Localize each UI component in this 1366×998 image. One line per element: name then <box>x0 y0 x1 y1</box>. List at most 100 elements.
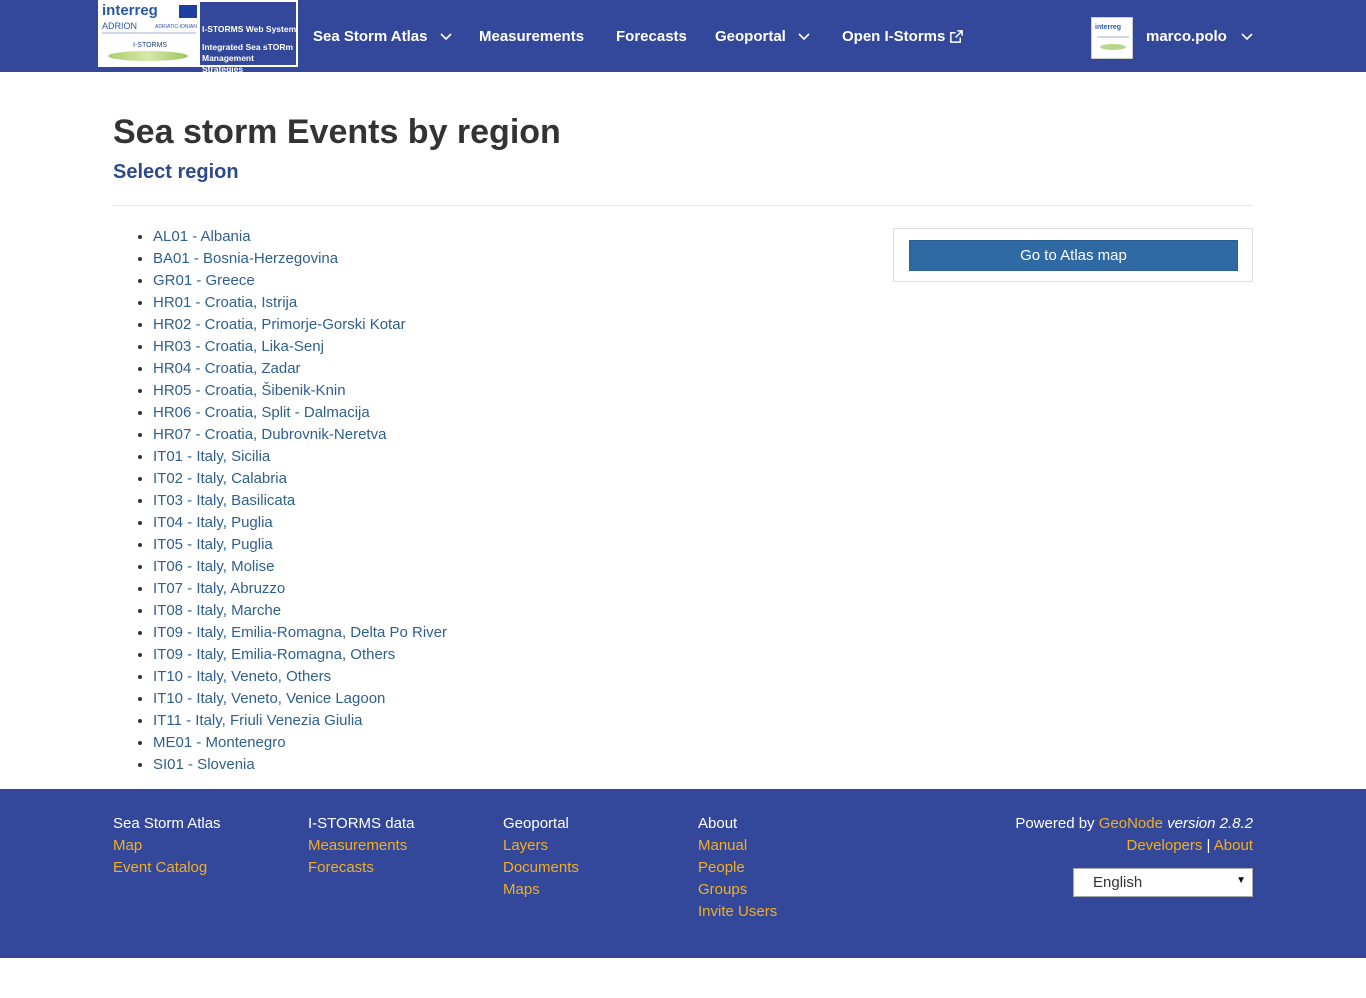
region-link[interactable]: SI01 - Slovenia <box>153 756 255 773</box>
region-link[interactable]: IT08 - Italy, Marche <box>153 602 281 619</box>
footer-heading: Geoportal <box>503 815 569 832</box>
footer-column-about: About Manual People Groups Invite Users <box>698 813 777 923</box>
nav-measurements-label: Measurements <box>479 27 585 45</box>
geonode-link[interactable]: GeoNode <box>1099 815 1163 832</box>
footer-link-layers[interactable]: Layers <box>503 835 579 857</box>
nav-geoportal-label: Geoportal <box>715 27 786 45</box>
user-name: marco.polo <box>1146 27 1227 45</box>
logo-interreg-text: interreg <box>102 2 158 19</box>
avatar[interactable]: interreg <box>1091 17 1133 59</box>
footer: Sea Storm Atlas Map Event Catalog I-STOR… <box>0 789 1366 958</box>
region-link[interactable]: IT05 - Italy, Puglia <box>153 536 273 553</box>
region-link[interactable]: HR06 - Croatia, Split - Dalmacija <box>153 404 370 421</box>
footer-link-documents[interactable]: Documents <box>503 857 579 879</box>
footer-link-measurements[interactable]: Measurements <box>308 835 414 857</box>
region-link[interactable]: IT06 - Italy, Molise <box>153 558 274 575</box>
list-item: IT10 - Italy, Veneto, Others <box>153 668 447 690</box>
footer-link-maps[interactable]: Maps <box>503 879 579 901</box>
language-select[interactable]: English ▼ <box>1073 868 1253 897</box>
region-link[interactable]: HR04 - Croatia, Zadar <box>153 360 301 377</box>
footer-heading: About <box>698 815 738 832</box>
list-item: IT10 - Italy, Veneto, Venice Lagoon <box>153 690 447 712</box>
region-link[interactable]: IT02 - Italy, Calabria <box>153 470 287 487</box>
page-subtitle: Select region <box>113 161 239 183</box>
developer-links: Developers | About <box>1127 835 1254 857</box>
developers-link[interactable]: Developers <box>1127 837 1203 854</box>
nav-sea-storm-atlas[interactable]: Sea Storm Atlas <box>313 26 452 46</box>
region-link[interactable]: IT09 - Italy, Emilia-Romagna, Others <box>153 646 395 663</box>
region-link[interactable]: HR05 - Croatia, Šibenik-Knin <box>153 382 346 399</box>
list-item: IT04 - Italy, Puglia <box>153 514 447 536</box>
list-item: IT01 - Italy, Sicilia <box>153 448 447 470</box>
nav-sea-storm-atlas-label: Sea Storm Atlas <box>313 27 428 45</box>
nav-open-istorms-label: Open I-Storms <box>842 27 946 45</box>
footer-link-manual[interactable]: Manual <box>698 835 777 857</box>
region-link[interactable]: BA01 - Bosnia-Herzegovina <box>153 250 338 267</box>
region-link[interactable]: IT01 - Italy, Sicilia <box>153 448 270 465</box>
list-item: IT09 - Italy, Emilia-Romagna, Others <box>153 646 447 668</box>
list-item: HR04 - Croatia, Zadar <box>153 360 447 382</box>
about-link[interactable]: About <box>1214 837 1253 854</box>
region-link[interactable]: IT03 - Italy, Basilicata <box>153 492 295 509</box>
footer-column-atlas: Sea Storm Atlas Map Event Catalog <box>113 813 221 879</box>
region-link[interactable]: GR01 - Greece <box>153 272 255 289</box>
footer-heading: I-STORMS data <box>308 815 415 832</box>
footer-link-invite-users[interactable]: Invite Users <box>698 901 777 923</box>
atlas-panel: Go to Atlas map <box>893 228 1253 282</box>
region-link[interactable]: AL01 - Albania <box>153 228 251 245</box>
region-link[interactable]: HR02 - Croatia, Primorje-Gorski Kotar <box>153 316 406 333</box>
region-list: AL01 - Albania BA01 - Bosnia-Herzegovina… <box>153 228 447 778</box>
go-to-atlas-map-button[interactable]: Go to Atlas map <box>909 240 1238 271</box>
powered-by: Powered by GeoNode version 2.8.2 <box>1015 813 1253 835</box>
user-menu[interactable]: marco.polo <box>1146 26 1253 46</box>
list-item: HR05 - Croatia, Šibenik-Knin <box>153 382 447 404</box>
wave-icon <box>108 51 188 61</box>
region-link[interactable]: HR03 - Croatia, Lika-Senj <box>153 338 324 355</box>
chevron-down-icon <box>439 33 452 41</box>
eu-flag-icon <box>179 5 197 18</box>
version-text: version 2.8.2 <box>1167 815 1253 832</box>
region-link[interactable]: IT10 - Italy, Veneto, Venice Lagoon <box>153 690 385 707</box>
list-item: IT05 - Italy, Puglia <box>153 536 447 558</box>
footer-heading: Sea Storm Atlas <box>113 815 221 832</box>
region-link[interactable]: HR07 - Croatia, Dubrovnik-Neretva <box>153 426 386 443</box>
region-link[interactable]: IT10 - Italy, Veneto, Others <box>153 668 331 685</box>
chevron-down-icon <box>1241 33 1253 41</box>
nav-open-istorms[interactable]: Open I-Storms <box>842 26 964 46</box>
istorms-logo-panel: I-STORMS Web System Integrated Sea sTORm… <box>200 2 296 74</box>
footer-link-forecasts[interactable]: Forecasts <box>308 857 414 879</box>
footer-link-event-catalog[interactable]: Event Catalog <box>113 857 221 879</box>
logo-adrion-sub-text: ADRIATIC-IONIAN <box>155 24 197 30</box>
list-item: HR01 - Croatia, Istrija <box>153 294 447 316</box>
list-item: AL01 - Albania <box>153 228 447 250</box>
list-item: HR07 - Croatia, Dubrovnik-Neretva <box>153 426 447 448</box>
list-item: IT02 - Italy, Calabria <box>153 470 447 492</box>
region-link[interactable]: HR01 - Croatia, Istrija <box>153 294 297 311</box>
divider <box>113 205 1253 206</box>
external-link-icon <box>950 29 964 43</box>
list-item: BA01 - Bosnia-Herzegovina <box>153 250 447 272</box>
avatar-wave-icon <box>1100 44 1126 50</box>
powered-by-label: Powered by <box>1015 815 1095 832</box>
nav-measurements[interactable]: Measurements <box>479 26 584 46</box>
nav-geoportal[interactable]: Geoportal <box>715 26 810 46</box>
nav-forecasts-label: Forecasts <box>616 27 687 45</box>
nav-forecasts[interactable]: Forecasts <box>616 26 687 46</box>
footer-link-people[interactable]: People <box>698 857 777 879</box>
footer-link-map[interactable]: Map <box>113 835 221 857</box>
logo-istorms-text: I-STORMS <box>133 42 168 49</box>
avatar-divider <box>1097 36 1129 38</box>
region-link[interactable]: IT04 - Italy, Puglia <box>153 514 273 531</box>
list-item: IT08 - Italy, Marche <box>153 602 447 624</box>
list-item: IT09 - Italy, Emilia-Romagna, Delta Po R… <box>153 624 447 646</box>
footer-link-groups[interactable]: Groups <box>698 879 777 901</box>
region-link[interactable]: ME01 - Montenegro <box>153 734 286 751</box>
list-item: IT03 - Italy, Basilicata <box>153 492 447 514</box>
avatar-interreg-text: interreg <box>1095 24 1122 31</box>
logo-system-subtitle: Integrated Sea sTORm Management Strategi… <box>202 42 294 74</box>
region-link[interactable]: IT11 - Italy, Friuli Venezia Giulia <box>153 712 363 729</box>
top-navbar: interreg ADRION ADRIATIC-IONIAN I-STORMS… <box>0 0 1366 74</box>
region-link[interactable]: IT07 - Italy, Abruzzo <box>153 580 285 597</box>
region-link[interactable]: IT09 - Italy, Emilia-Romagna, Delta Po R… <box>153 624 447 641</box>
site-logo[interactable]: interreg ADRION ADRIATIC-IONIAN I-STORMS… <box>98 0 298 74</box>
